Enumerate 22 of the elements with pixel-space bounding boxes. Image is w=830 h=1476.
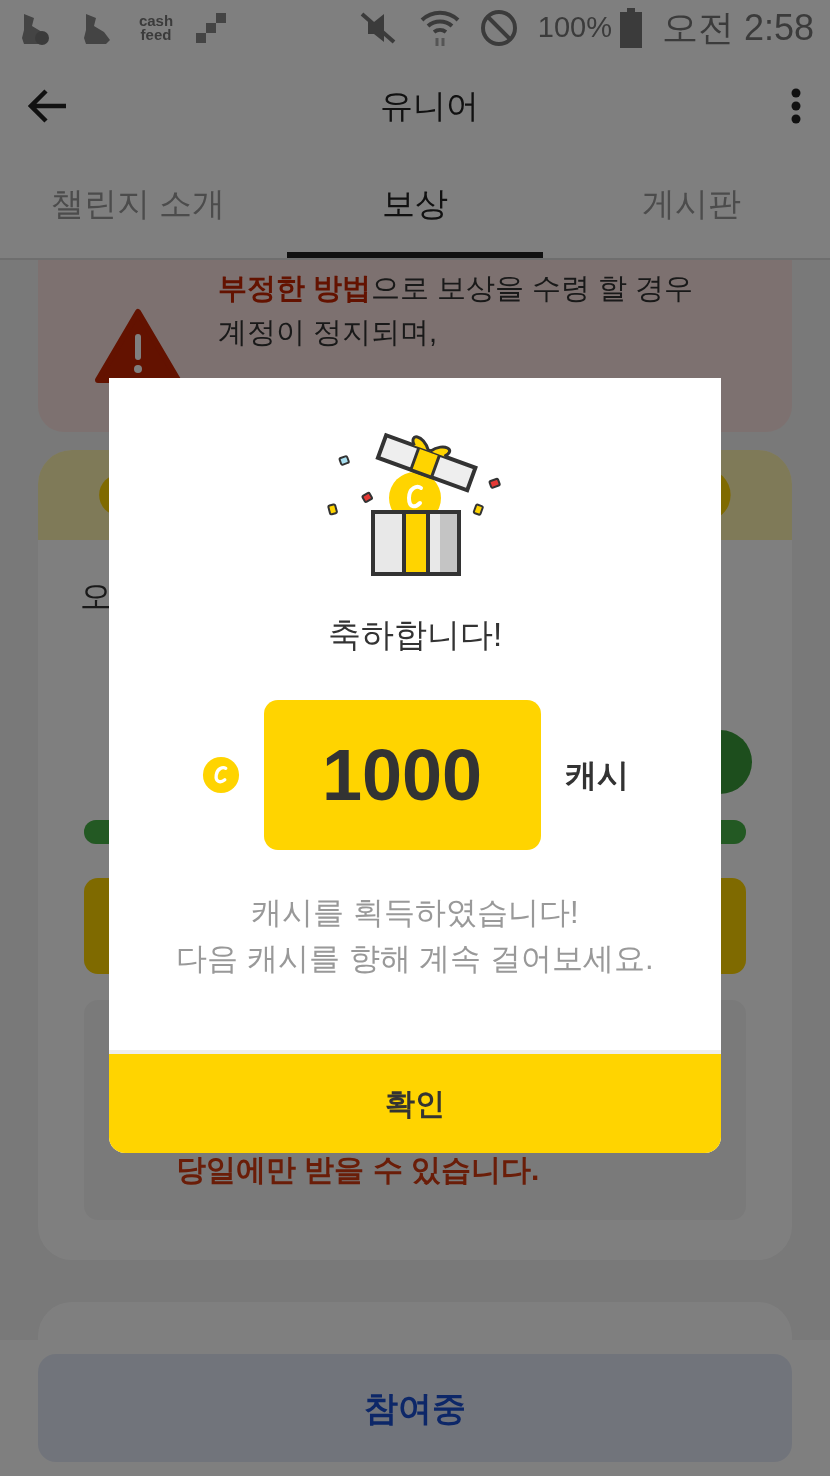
battery-icon [619,8,642,48]
dialog-message: 캐시를 획득하였습니다! [251,893,579,932]
warning-text: 계정이 정지되며, [218,315,439,350]
back-arrow-icon[interactable] [28,88,68,124]
stairs-icon [196,13,226,43]
participating-button[interactable]: 참여중 [38,1354,792,1462]
warning-text: 부정한 방법으로 보상을 수령 할 경우 [218,271,694,306]
page-title: 유니어 [378,86,480,127]
blocked-icon [479,9,518,47]
wifi-icon [419,8,460,48]
dialog-message: 다음 캐시를 향해 계속 걸어보세요. [176,939,654,978]
unit-label: 캐시 [564,755,629,795]
app-icon: cash feed [136,14,176,42]
coin-icon [201,755,240,794]
notice-text: 당일에만 받을 수 있습니다. [176,1152,540,1188]
dialog-title: 축하합니다! [327,615,503,655]
confirm-button[interactable]: 확인 [109,1050,721,1153]
battery-percent: 100% [537,10,612,46]
more-menu-icon[interactable] [790,88,802,124]
reward-text: 오 [80,577,113,616]
clock: 오전 2:58 [661,6,814,50]
amount-display: 1000 [263,699,541,850]
